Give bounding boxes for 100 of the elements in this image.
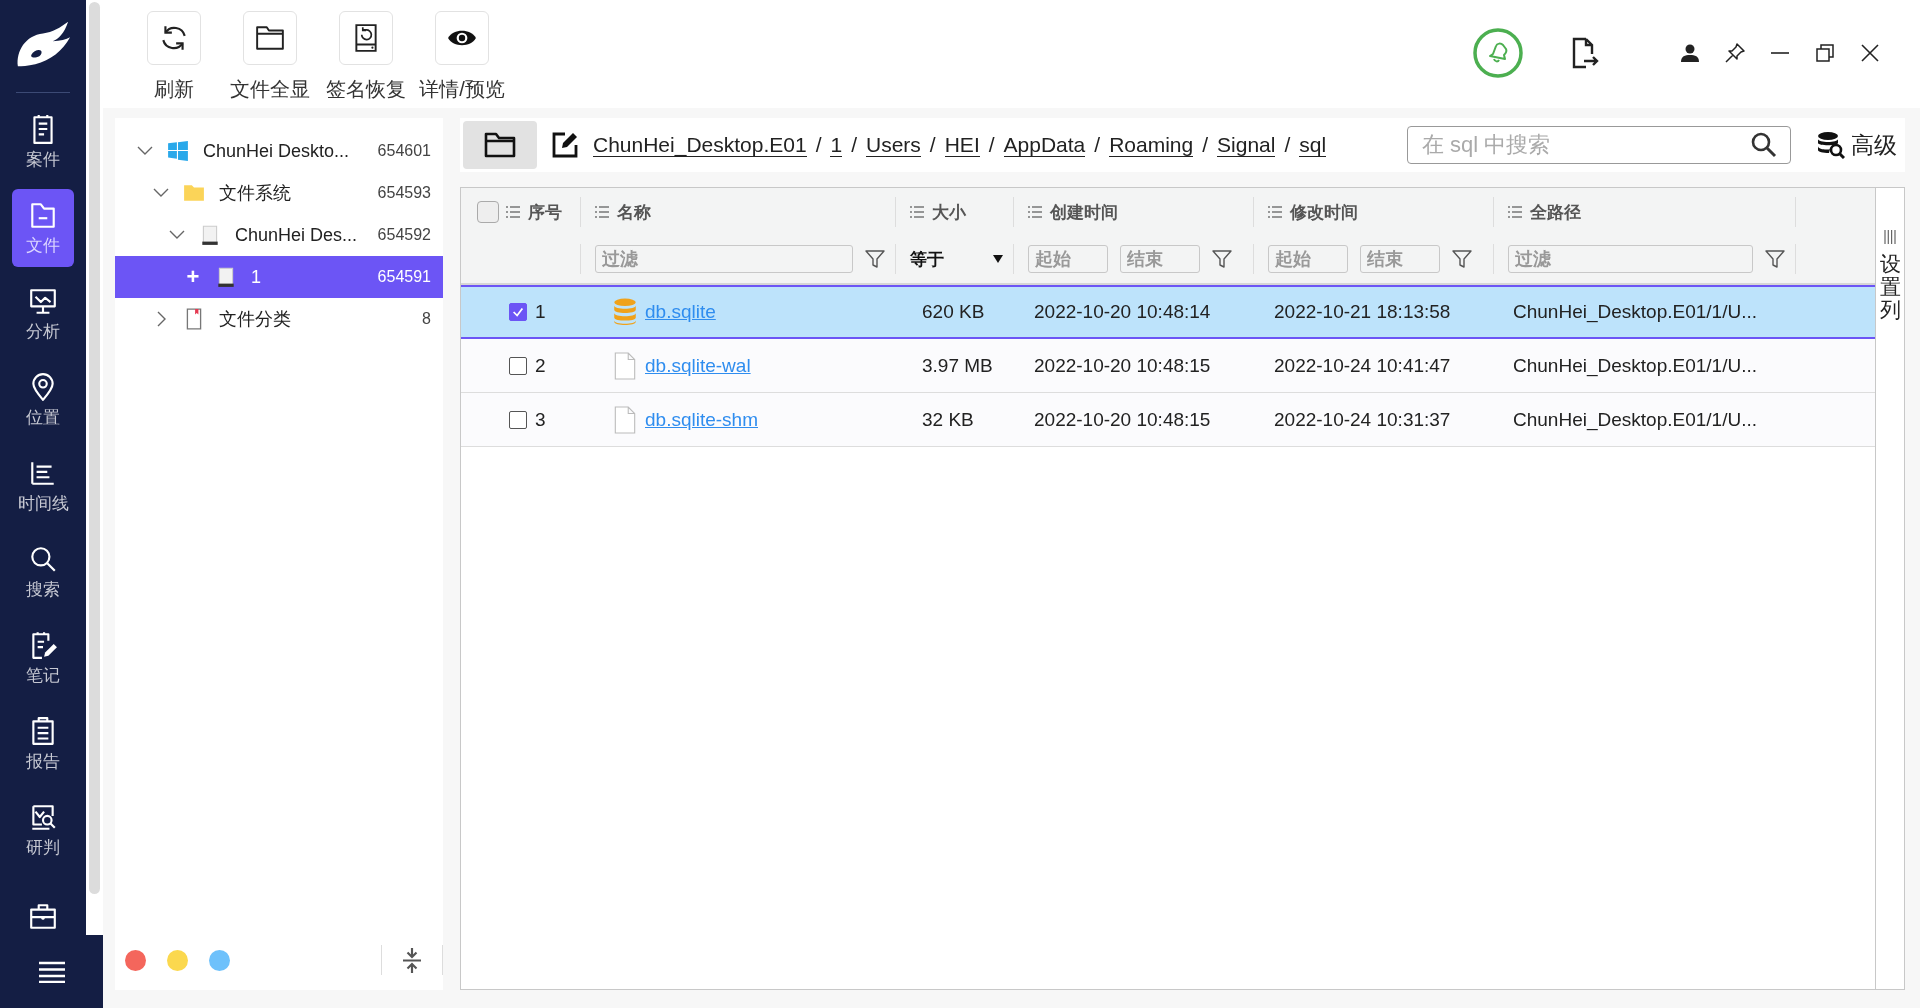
- user-icon[interactable]: [1680, 43, 1700, 63]
- export-icon[interactable]: [1570, 37, 1600, 69]
- drive-icon: [199, 224, 221, 246]
- breadcrumb-link[interactable]: Roaming: [1109, 132, 1194, 158]
- tree-item[interactable]: ChunHei Des... 654592: [115, 214, 443, 256]
- close-icon[interactable]: [1860, 43, 1880, 63]
- toolbar-label[interactable]: 详情/预览: [419, 76, 505, 103]
- nav-item[interactable]: 笔记: [12, 619, 74, 697]
- tree-item[interactable]: 文件系统 654593: [115, 172, 443, 214]
- restore-icon[interactable]: [1815, 43, 1835, 63]
- color-tag-dot[interactable]: [125, 949, 146, 971]
- toolbar-label[interactable]: 刷新: [154, 76, 194, 103]
- date-field[interactable]: 起始: [1028, 245, 1108, 273]
- table-cell: 3.97 MB: [922, 354, 993, 377]
- date-field[interactable]: 结束: [1120, 245, 1200, 273]
- collapse-icon[interactable]: [402, 946, 422, 974]
- filter-field[interactable]: 过滤: [1508, 245, 1753, 273]
- refresh-icon: [159, 23, 189, 53]
- comparison-dropdown[interactable]: 等于: [910, 247, 1003, 271]
- breadcrumb-link[interactable]: 1: [830, 132, 843, 158]
- breadcrumb-link[interactable]: sql: [1299, 132, 1327, 158]
- advanced-search-button[interactable]: 高级: [1817, 129, 1897, 161]
- nav-item[interactable]: 时间线: [12, 447, 74, 525]
- list-icon: [1268, 206, 1282, 218]
- scrollbar[interactable]: [89, 2, 100, 894]
- tree-item[interactable]: + 1 654591: [115, 256, 443, 298]
- breadcrumb-link[interactable]: Users: [866, 132, 921, 158]
- breadcrumb-link[interactable]: ChunHei_Desktop.E01: [593, 132, 807, 158]
- filter-icon[interactable]: [1452, 249, 1472, 269]
- filter-icon[interactable]: [1212, 249, 1232, 269]
- date-field[interactable]: 结束: [1360, 245, 1440, 273]
- toolbar-label[interactable]: 文件全显: [230, 76, 310, 103]
- checkbox[interactable]: [509, 410, 527, 429]
- row-number: 1: [535, 301, 546, 323]
- column-header[interactable]: 创建时间: [1028, 200, 1118, 224]
- breadcrumb-link[interactable]: AppData: [1003, 132, 1086, 158]
- columns-icon: [1884, 230, 1896, 244]
- database-search-icon: [1817, 131, 1845, 159]
- tree-item[interactable]: ChunHei Deskto... 654601: [115, 130, 443, 172]
- pin-icon[interactable]: [1725, 43, 1745, 63]
- expand-toggle[interactable]: +: [186, 264, 200, 290]
- column-settings-label: 设置列: [1879, 252, 1901, 322]
- path-separator: /: [929, 133, 936, 157]
- file-icon: [613, 405, 637, 434]
- nav-item[interactable]: 报告: [12, 705, 74, 783]
- checkbox[interactable]: [509, 356, 527, 375]
- checkbox[interactable]: [477, 201, 499, 223]
- list-icon: [506, 206, 520, 218]
- breadcrumb-link[interactable]: Signal: [1217, 132, 1276, 158]
- table-row[interactable]: 3 db.sqlite-shm 32 KB 2022-10-20 10:48:15 2022-10-24 10:31:37 ChunHei_Desktop.E01/1/U...: [461, 393, 1875, 447]
- nav-item[interactable]: 文件: [12, 189, 74, 267]
- drive-icon: [215, 266, 237, 288]
- search-icon[interactable]: [1751, 132, 1777, 158]
- color-tag-dot[interactable]: [167, 949, 188, 971]
- toolbar-button[interactable]: [147, 11, 201, 65]
- nav-item[interactable]: 案件: [12, 103, 74, 181]
- table-cell: 2022-10-21 18:13:58: [1274, 301, 1451, 323]
- edit-icon[interactable]: [551, 131, 579, 159]
- nav-item[interactable]: 搜索: [12, 533, 74, 611]
- list-icon: [1028, 206, 1042, 218]
- column-settings-tab[interactable]: 设置列: [1876, 187, 1905, 990]
- briefcase-icon: [28, 901, 58, 931]
- toolbar-button[interactable]: [339, 11, 393, 65]
- filter-icon[interactable]: [865, 249, 885, 269]
- table-row[interactable]: 1 db.sqlite 620 KB 2022-10-20 10:48:14 2022-10-21 18:13:58 ChunHei_Desktop.E01/1/U...: [461, 285, 1875, 339]
- date-field[interactable]: 起始: [1268, 245, 1348, 273]
- nav-item[interactable]: 位置: [12, 361, 74, 439]
- column-header[interactable]: 全路径: [1508, 200, 1581, 224]
- folder-button[interactable]: [463, 121, 537, 169]
- menu-icon[interactable]: [38, 960, 65, 983]
- column-header[interactable]: 大小: [910, 200, 966, 224]
- checkmark-icon: [511, 305, 525, 319]
- column-header[interactable]: 序号: [506, 200, 562, 224]
- table-row[interactable]: 2 db.sqlite-wal 3.97 MB 2022-10-20 10:48:15 2022-10-24 10:41:47 ChunHei_Desktop.E01/1/U...: [461, 339, 1875, 393]
- item-count: 654601: [377, 142, 431, 160]
- column-header[interactable]: 名称: [595, 200, 651, 224]
- filter-icon[interactable]: [1765, 249, 1785, 269]
- search-field[interactable]: 在 sql 中搜索: [1407, 126, 1791, 164]
- tree-item[interactable]: 文件分类 8: [115, 298, 443, 340]
- toolbar-label[interactable]: 签名恢复: [326, 76, 406, 103]
- toolbar-button[interactable]: [243, 11, 297, 65]
- table-cell: 2022-10-24 10:31:37: [1274, 408, 1451, 431]
- filter-field[interactable]: 过滤: [595, 245, 853, 273]
- item-count: 654591: [377, 268, 431, 286]
- color-tag-dot[interactable]: [209, 949, 230, 971]
- table-cell: 2022-10-20 10:48:15: [1034, 354, 1211, 377]
- list-icon: [910, 206, 924, 218]
- item-count: 8: [422, 310, 431, 328]
- database-icon: [613, 298, 637, 326]
- table-cell: 2022-10-20 10:48:14: [1034, 301, 1211, 323]
- toolbar-button[interactable]: [435, 11, 489, 65]
- column-header[interactable]: 修改时间: [1268, 200, 1358, 224]
- bell-icon[interactable]: [1472, 27, 1524, 79]
- nav-item[interactable]: 研判: [12, 791, 74, 869]
- breadcrumb-link[interactable]: HEI: [944, 132, 980, 158]
- item-count: 654593: [377, 184, 431, 202]
- tree-label: ChunHei Deskto...: [203, 140, 351, 162]
- nav-item[interactable]: 分析: [12, 275, 74, 353]
- folder-icon: [484, 132, 516, 158]
- checkbox[interactable]: [509, 303, 527, 321]
